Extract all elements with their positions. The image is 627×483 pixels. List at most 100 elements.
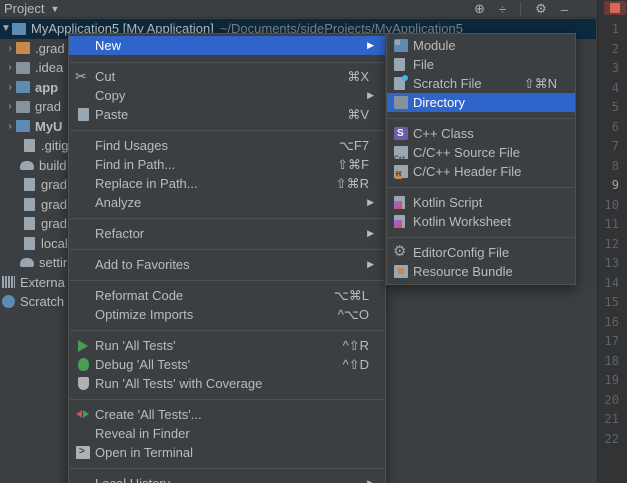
menu-item-find-in-path[interactable]: Find in Path... ⇧⌘F xyxy=(69,155,385,174)
editor-tab-icon[interactable] xyxy=(604,1,626,15)
submenu-arrow-icon: ▶ xyxy=(367,40,374,50)
menu-item-local-history[interactable]: Local History ▶ xyxy=(69,474,385,483)
collapse-arrow-icon[interactable]: › xyxy=(4,39,16,59)
submenu-arrow-icon: ▶ xyxy=(367,478,374,483)
menu-label: Kotlin Worksheet xyxy=(413,214,512,229)
terminal-icon xyxy=(76,442,90,461)
line-number: 4 xyxy=(611,80,619,95)
line-number: 14 xyxy=(604,275,619,290)
tree-label: grad xyxy=(41,216,68,231)
menu-shortcut: ⇧⌘N xyxy=(523,76,557,91)
menu-label: Local History xyxy=(95,474,170,483)
line-number: 9 xyxy=(611,178,619,192)
menu-label: Reformat Code xyxy=(95,288,184,303)
submenu-item-scratch-file[interactable]: Scratch File ⇧⌘N xyxy=(387,74,575,93)
menu-shortcut: ⌥F7 xyxy=(338,138,369,153)
menu-separator xyxy=(70,330,384,331)
collapse-all-icon[interactable]: ÷ xyxy=(499,2,506,17)
submenu-item-resource-bundle[interactable]: Resource Bundle xyxy=(387,262,575,281)
menu-shortcut: ⇧⌘R xyxy=(335,176,369,191)
collapse-arrow-icon[interactable]: › xyxy=(4,117,16,137)
menu-item-cut[interactable]: Cut ⌘X xyxy=(69,67,385,86)
menu-item-create-tests[interactable]: Create 'All Tests'... xyxy=(69,405,385,424)
project-view-selector[interactable]: Project ▼ xyxy=(0,1,59,16)
menu-item-debug-tests[interactable]: Debug 'All Tests' ^⇧D xyxy=(69,355,385,374)
line-number: 5 xyxy=(611,100,619,114)
gradle-icon xyxy=(20,160,34,170)
menu-item-add-to-favorites[interactable]: Add to Favorites ▶ xyxy=(69,255,385,274)
menu-item-copy[interactable]: Copy ▶ xyxy=(69,86,385,105)
file-icon xyxy=(394,58,405,71)
settings-gear-icon[interactable]: ⚙ xyxy=(535,1,547,17)
line-number: 3 xyxy=(611,61,619,75)
submenu-item-file[interactable]: File xyxy=(387,55,575,74)
menu-label: Analyze xyxy=(95,195,142,210)
menu-item-reveal-in-finder[interactable]: Reveal in Finder xyxy=(69,424,385,443)
run-icon xyxy=(76,339,90,352)
scissors-icon xyxy=(75,67,90,86)
locate-icon[interactable]: ⊕ xyxy=(474,1,485,17)
folder-icon xyxy=(16,61,30,74)
menu-label: C++ Class xyxy=(413,126,474,141)
submenu-item-editorconfig[interactable]: EditorConfig File xyxy=(387,242,575,262)
menu-separator xyxy=(388,118,574,119)
menu-item-replace-in-path[interactable]: Replace in Path... ⇧⌘R xyxy=(69,174,385,193)
menu-item-analyze[interactable]: Analyze ▶ xyxy=(69,193,385,212)
script-file-icon xyxy=(24,197,35,211)
submenu-item-kotlin-worksheet[interactable]: Kotlin Worksheet xyxy=(387,212,575,231)
line-number: 21 xyxy=(604,412,619,426)
tree-label: MyU xyxy=(35,118,63,134)
submenu-item-directory[interactable]: Directory xyxy=(387,93,575,112)
menu-label: Cut xyxy=(95,69,116,84)
expand-arrow-icon[interactable]: ▼ xyxy=(0,19,12,39)
tree-label: settir xyxy=(39,255,68,270)
folder-icon xyxy=(16,100,30,113)
tree-label: app xyxy=(35,79,59,95)
menu-item-run-tests[interactable]: Run 'All Tests' ^⇧R xyxy=(69,336,385,355)
menu-label: Run 'All Tests' xyxy=(95,338,176,353)
line-number: 16 xyxy=(604,314,619,329)
collapse-arrow-icon[interactable]: › xyxy=(4,78,16,98)
coverage-shield-icon xyxy=(78,377,89,390)
submenu-item-cpp-header[interactable]: C/C++ Header File xyxy=(387,162,575,181)
submenu-item-cpp-source[interactable]: C/C++ Source File xyxy=(387,143,575,169)
menu-item-paste[interactable]: Paste ⌘V xyxy=(69,105,385,124)
menu-label: Refactor xyxy=(95,226,145,241)
menu-label: Run 'All Tests' with Coverage xyxy=(95,376,263,391)
menu-shortcut: ⌥⌘L xyxy=(333,288,369,303)
menu-label: Open in Terminal xyxy=(95,445,194,460)
menu-separator xyxy=(388,187,574,188)
properties-file-icon xyxy=(24,236,35,250)
menu-item-refactor[interactable]: Refactor ▶ xyxy=(69,224,385,243)
menu-item-reformat-code[interactable]: Reformat Code ⌥⌘L xyxy=(69,286,385,305)
line-number: 12 xyxy=(604,236,619,251)
menu-label: C/C++ Header File xyxy=(413,164,522,179)
libraries-icon xyxy=(2,276,15,289)
menu-label: Add to Favorites xyxy=(95,257,190,272)
menu-item-new[interactable]: New ▶ xyxy=(69,36,385,55)
collapse-arrow-icon[interactable]: › xyxy=(4,97,16,117)
menu-separator xyxy=(70,62,384,63)
menu-label: Kotlin Script xyxy=(413,195,483,210)
line-number: 1 xyxy=(611,22,619,36)
menu-label: Directory xyxy=(413,95,466,110)
menu-item-run-with-coverage[interactable]: Run 'All Tests' with Coverage xyxy=(69,374,385,393)
tree-label: .gitig xyxy=(41,138,69,153)
collapse-arrow-icon[interactable]: › xyxy=(4,58,16,78)
menu-item-open-in-terminal[interactable]: Open in Terminal xyxy=(69,442,385,462)
submenu-item-cpp-class[interactable]: C++ Class xyxy=(387,124,575,143)
submenu-item-kotlin-script[interactable]: Kotlin Script xyxy=(387,193,575,212)
scratches-icon xyxy=(2,295,15,309)
submenu-item-module[interactable]: Module xyxy=(387,36,575,55)
menu-item-find-usages[interactable]: Find Usages ⌥F7 xyxy=(69,136,385,155)
menu-item-optimize-imports[interactable]: Optimize Imports ^⌥O xyxy=(69,305,385,324)
line-number: 22 xyxy=(604,431,619,446)
kotlin-script-icon xyxy=(394,196,405,209)
hide-panel-icon[interactable]: – xyxy=(561,2,568,17)
file-icon xyxy=(24,178,35,192)
gear-icon xyxy=(393,242,408,261)
line-number: 19 xyxy=(604,373,619,387)
menu-separator xyxy=(70,218,384,219)
menu-label: New xyxy=(95,38,122,53)
tree-label: local xyxy=(41,235,68,251)
